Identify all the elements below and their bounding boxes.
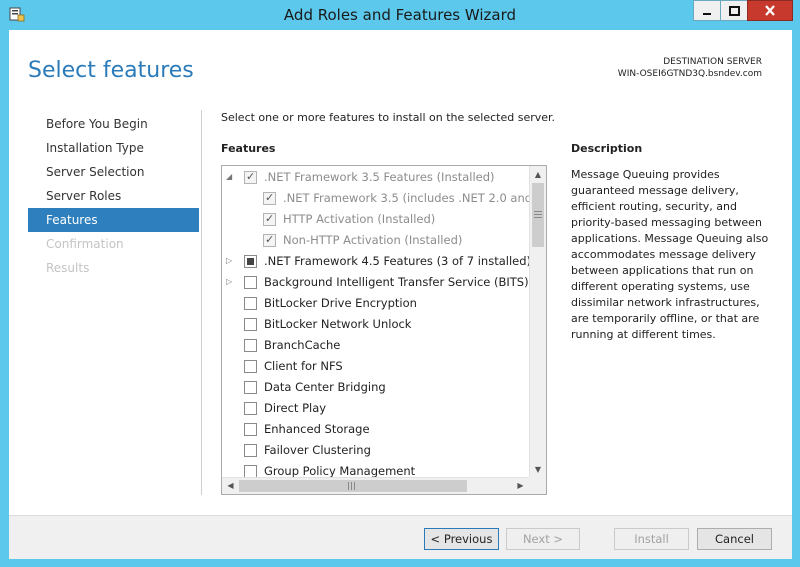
vertical-scrollbar[interactable]: ▲ ▼	[529, 166, 546, 478]
install-button: Install	[614, 528, 689, 550]
feature-checkbox[interactable]	[244, 381, 257, 394]
expand-arrow-icon[interactable]: ▷	[226, 276, 236, 288]
nav-item-server-selection[interactable]: Server Selection	[28, 160, 199, 184]
nav-item-results: Results	[46, 261, 90, 275]
feature-row[interactable]: BitLocker Network Unlock	[222, 314, 530, 335]
close-button[interactable]	[747, 0, 793, 21]
feature-checkbox[interactable]	[244, 276, 257, 289]
feature-label: Group Policy Management	[264, 464, 416, 478]
feature-label: Non-HTTP Activation (Installed)	[283, 233, 463, 247]
window-title: Add Roles and Features Wizard	[283, 6, 517, 24]
feature-checkbox	[263, 191, 276, 205]
nav-item-server-roles[interactable]: Server Roles	[28, 184, 199, 208]
grip-icon	[534, 211, 542, 218]
feature-row[interactable]: Group Policy Management	[222, 461, 530, 478]
features-tree[interactable]: ◢ .NET Framework 3.5 Features (Installed)…	[221, 165, 547, 495]
wizard-footer: < Previous Next > Install Cancel	[9, 515, 792, 559]
next-button: Next >	[506, 528, 580, 550]
feature-row: HTTP Activation (Installed)	[222, 209, 530, 230]
feature-checkbox[interactable]	[244, 339, 257, 352]
wizard-window: Add Roles and Features Wizard Select fea…	[0, 0, 800, 567]
feature-label: BitLocker Network Unlock	[264, 317, 412, 331]
feature-label: BitLocker Drive Encryption	[264, 296, 417, 310]
wizard-nav: Before You Begin Installation Type Serve…	[28, 112, 199, 280]
minimize-button[interactable]	[693, 0, 720, 21]
destination-server-value: WIN-OSEI6GTND3Q.bsndev.com	[617, 69, 762, 79]
feature-label: .NET Framework 4.5 Features (3 of 7 inst…	[264, 254, 530, 268]
feature-checkbox[interactable]	[244, 318, 257, 331]
expand-arrow-icon[interactable]: ▷	[226, 255, 236, 267]
feature-checkbox	[263, 233, 276, 247]
destination-server-label: DESTINATION SERVER	[663, 57, 762, 67]
feature-row[interactable]: ▷ .NET Framework 4.5 Features (3 of 7 ins…	[222, 251, 530, 272]
feature-checkbox	[244, 170, 257, 184]
feature-row[interactable]: Client for NFS	[222, 356, 530, 377]
feature-label: Failover Clustering	[264, 443, 371, 457]
nav-item-features[interactable]: Features	[28, 208, 199, 232]
feature-checkbox[interactable]	[244, 402, 257, 415]
close-icon	[765, 5, 775, 16]
feature-checkbox[interactable]	[244, 297, 257, 310]
nav-item-before-you-begin[interactable]: Before You Begin	[28, 112, 199, 136]
feature-row: Non-HTTP Activation (Installed)	[222, 230, 530, 251]
scroll-left-icon[interactable]: ◀	[222, 478, 239, 494]
description-text: Message Queuing provides guaranteed mess…	[571, 168, 769, 341]
wizard-content: Select features DESTINATION SERVER WIN-O…	[9, 30, 792, 559]
feature-label: HTTP Activation (Installed)	[283, 212, 436, 226]
nav-item-installation-type[interactable]: Installation Type	[28, 136, 199, 160]
description-heading: Description	[571, 142, 643, 155]
horizontal-scrollbar[interactable]: ◀ ▶	[222, 477, 546, 494]
features-list: ◢ .NET Framework 3.5 Features (Installed)…	[222, 166, 530, 478]
maximize-button[interactable]	[720, 0, 747, 21]
page-title: Select features	[28, 58, 194, 83]
feature-label: Background Intelligent Transfer Service …	[264, 275, 529, 289]
instruction-text: Select one or more features to install o…	[221, 111, 556, 124]
feature-label: Direct Play	[264, 401, 327, 415]
feature-row[interactable]: Direct Play	[222, 398, 530, 419]
feature-label: Enhanced Storage	[264, 422, 370, 436]
grip-icon	[348, 482, 355, 490]
feature-label: BranchCache	[264, 338, 341, 352]
scrollbar-corner	[529, 477, 546, 494]
horizontal-scroll-thumb[interactable]	[239, 480, 467, 492]
feature-row[interactable]: Data Center Bridging	[222, 377, 530, 398]
feature-row[interactable]: ▷ Background Intelligent Transfer Service…	[222, 272, 530, 293]
feature-label: Client for NFS	[264, 359, 343, 373]
feature-checkbox[interactable]	[244, 255, 257, 268]
nav-divider	[201, 110, 202, 495]
feature-row[interactable]: BranchCache	[222, 335, 530, 356]
feature-checkbox	[263, 212, 276, 226]
feature-label: Data Center Bridging	[264, 380, 386, 394]
nav-item-confirmation: Confirmation	[46, 237, 124, 251]
feature-row[interactable]: Enhanced Storage	[222, 419, 530, 440]
minimize-icon	[703, 12, 711, 15]
feature-checkbox[interactable]	[244, 423, 257, 436]
scroll-up-icon[interactable]: ▲	[530, 166, 546, 183]
scroll-right-icon[interactable]: ▶	[512, 478, 529, 494]
cancel-button[interactable]: Cancel	[697, 528, 772, 550]
feature-checkbox[interactable]	[244, 360, 257, 373]
feature-row: ◢ .NET Framework 3.5 Features (Installed)	[222, 167, 530, 188]
title-bar[interactable]: Add Roles and Features Wizard	[0, 0, 800, 30]
features-heading: Features	[221, 142, 276, 155]
feature-row[interactable]: BitLocker Drive Encryption	[222, 293, 530, 314]
previous-button[interactable]: < Previous	[424, 528, 499, 550]
collapse-arrow-icon[interactable]: ◢	[226, 171, 236, 183]
feature-row[interactable]: Failover Clustering	[222, 440, 530, 461]
maximize-icon	[728, 5, 740, 16]
feature-row: .NET Framework 3.5 (includes .NET 2.0 an…	[222, 188, 530, 209]
feature-checkbox[interactable]	[244, 444, 257, 457]
feature-label: .NET Framework 3.5 Features (Installed)	[264, 170, 495, 184]
vertical-scroll-thumb[interactable]	[532, 183, 544, 247]
feature-label: .NET Framework 3.5 (includes .NET 2.0 an…	[283, 191, 530, 205]
scroll-down-icon[interactable]: ▼	[530, 461, 546, 478]
